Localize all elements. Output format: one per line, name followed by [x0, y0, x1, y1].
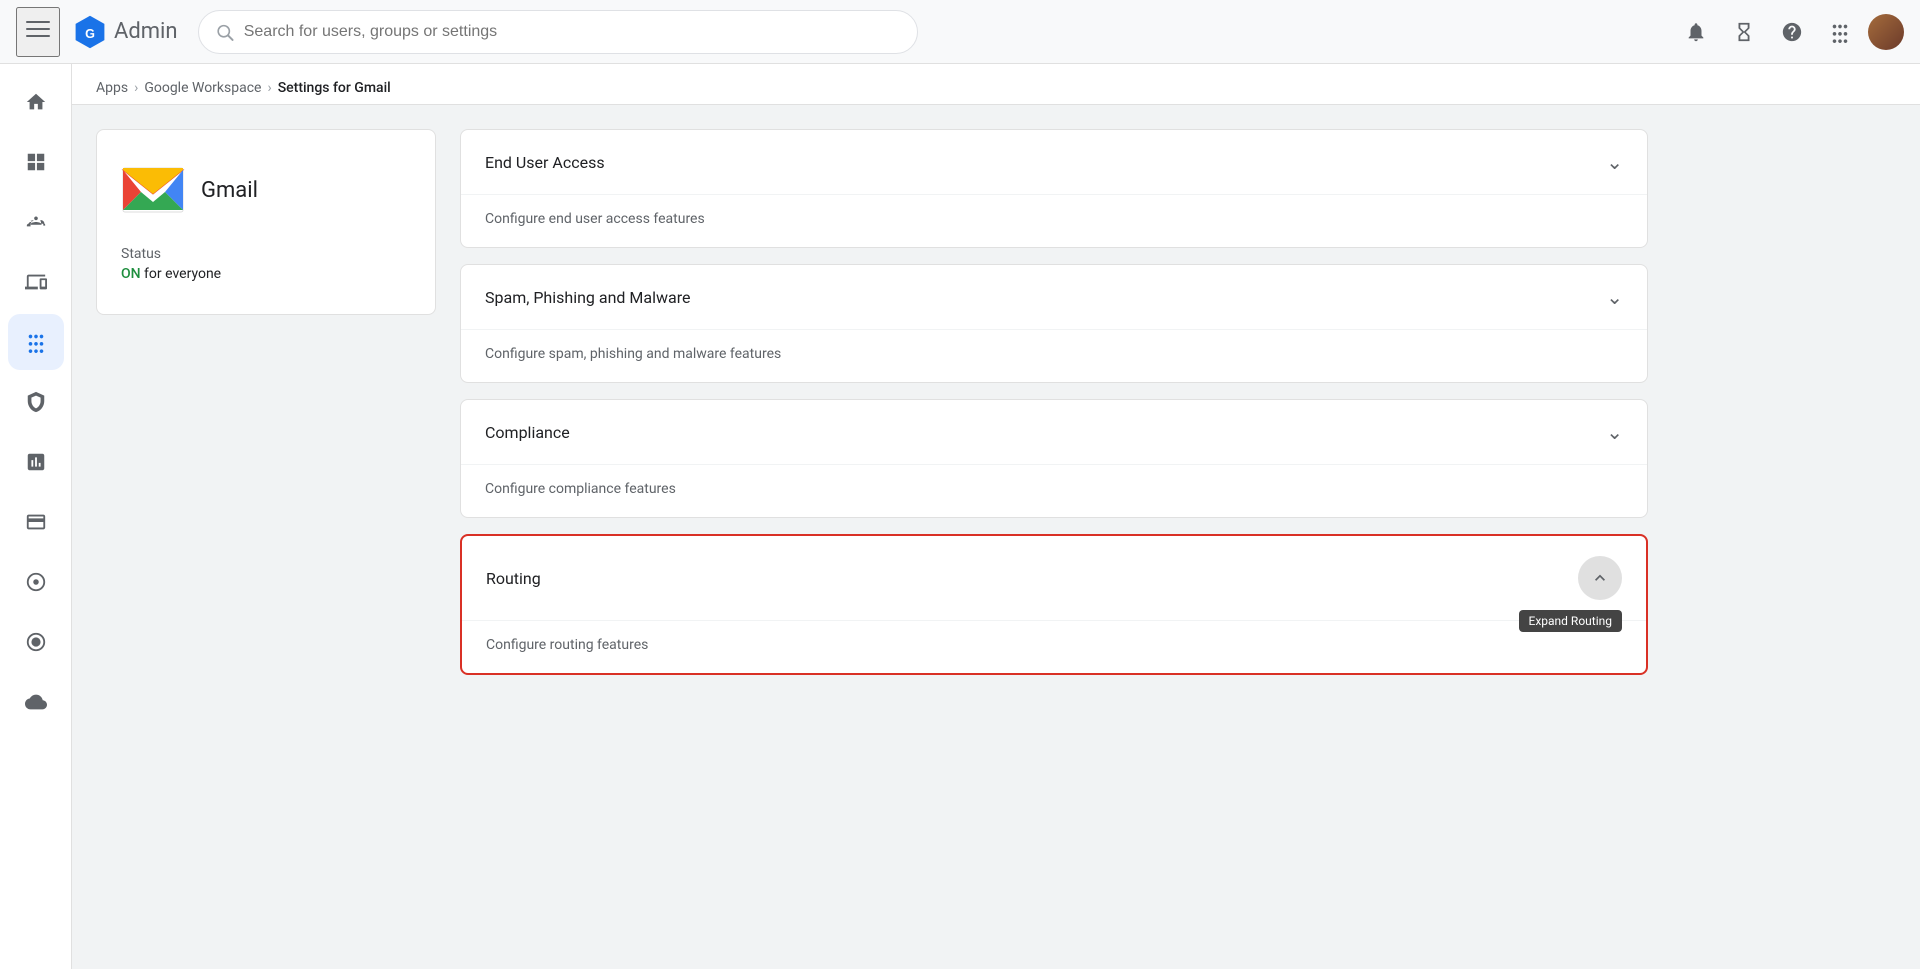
sidebar-item-cloud[interactable]	[8, 674, 64, 730]
section-body-compliance: Configure compliance features	[461, 464, 1647, 517]
sidebar-item-devices[interactable]	[8, 254, 64, 310]
section-body-spam-phishing: Configure spam, phishing and malware fea…	[461, 329, 1647, 382]
user-avatar[interactable]	[1868, 14, 1904, 50]
app-name-label: Gmail	[201, 178, 258, 203]
section-header-routing[interactable]: Routing Expand Routing	[462, 536, 1646, 620]
topbar: G Admin	[0, 0, 1920, 64]
breadcrumb-workspace[interactable]: Google Workspace	[144, 80, 261, 96]
sidebar-item-dashboard[interactable]	[8, 134, 64, 190]
section-body-end-user-access: Configure end user access features	[461, 194, 1647, 247]
sidebar-item-rules[interactable]	[8, 614, 64, 670]
breadcrumb-apps[interactable]: Apps	[96, 80, 128, 96]
app-card-header: Gmail	[121, 158, 411, 222]
hourglass-button[interactable]	[1724, 12, 1764, 52]
search-input[interactable]	[244, 23, 901, 41]
notifications-button[interactable]	[1676, 12, 1716, 52]
breadcrumb-sep-2: ›	[267, 80, 271, 96]
sidebar-item-directory[interactable]	[8, 554, 64, 610]
search-bar[interactable]	[198, 10, 918, 54]
breadcrumb-current: Settings for Gmail	[278, 80, 391, 96]
section-header-compliance[interactable]: Compliance ⌄	[461, 400, 1647, 464]
gmail-logo-icon	[121, 158, 185, 222]
sidebar-item-reports[interactable]	[8, 434, 64, 490]
section-header-spam-phishing[interactable]: Spam, Phishing and Malware ⌄	[461, 265, 1647, 329]
svg-text:G: G	[85, 26, 95, 40]
status-label: Status	[121, 246, 411, 262]
expand-routing-button[interactable]	[1578, 556, 1622, 600]
layout: Apps › Google Workspace › Settings for G…	[0, 64, 1920, 969]
status-suffix: for everyone	[141, 266, 222, 282]
section-desc-routing: Configure routing features	[486, 621, 1622, 653]
right-panel: End User Access ⌄ Configure end user acc…	[460, 129, 1648, 691]
chevron-down-icon-spam-phishing: ⌄	[1606, 285, 1623, 309]
section-end-user-access: End User Access ⌄ Configure end user acc…	[460, 129, 1648, 248]
sidebar-item-billing[interactable]	[8, 494, 64, 550]
main-content: Apps › Google Workspace › Settings for G…	[72, 64, 1920, 969]
menu-button[interactable]	[16, 7, 60, 57]
section-body-routing: Configure routing features	[462, 620, 1646, 673]
breadcrumb: Apps › Google Workspace › Settings for G…	[72, 64, 1920, 105]
sidebar-item-home[interactable]	[8, 74, 64, 130]
app-card: Gmail Status ON for everyone	[96, 129, 436, 315]
chevron-down-icon-end-user-access: ⌄	[1606, 150, 1623, 174]
section-title-spam-phishing: Spam, Phishing and Malware	[485, 288, 690, 307]
status-on: ON	[121, 266, 141, 282]
section-spam-phishing: Spam, Phishing and Malware ⌄ Configure s…	[460, 264, 1648, 383]
app-logo[interactable]: G Admin	[72, 14, 178, 50]
apps-grid-button[interactable]	[1820, 12, 1860, 52]
sidebar-item-users[interactable]	[8, 194, 64, 250]
section-desc-compliance: Configure compliance features	[485, 465, 1623, 497]
section-routing: Routing Expand Routing Con	[460, 534, 1648, 675]
sidebar	[0, 64, 72, 969]
sidebar-item-security[interactable]	[8, 374, 64, 430]
section-title-end-user-access: End User Access	[485, 153, 605, 172]
admin-logo-icon: G	[72, 14, 108, 50]
app-name-label: Admin	[114, 19, 178, 44]
content-area: Gmail Status ON for everyone End User Ac…	[72, 105, 1672, 715]
help-button[interactable]	[1772, 12, 1812, 52]
expand-routing-button-container: Expand Routing	[1578, 556, 1622, 600]
section-compliance: Compliance ⌄ Configure compliance featur…	[460, 399, 1648, 518]
section-header-end-user-access[interactable]: End User Access ⌄	[461, 130, 1647, 194]
section-desc-end-user-access: Configure end user access features	[485, 195, 1623, 227]
status-section: Status ON for everyone	[121, 246, 411, 282]
sidebar-item-apps[interactable]	[8, 314, 64, 370]
search-icon	[215, 22, 234, 42]
section-title-compliance: Compliance	[485, 423, 570, 442]
section-title-routing: Routing	[486, 569, 541, 588]
chevron-down-icon-compliance: ⌄	[1606, 420, 1623, 444]
breadcrumb-sep-1: ›	[134, 80, 138, 96]
status-value: ON for everyone	[121, 266, 411, 282]
section-desc-spam-phishing: Configure spam, phishing and malware fea…	[485, 330, 1623, 362]
topbar-right	[1676, 12, 1904, 52]
left-panel: Gmail Status ON for everyone	[96, 129, 436, 691]
